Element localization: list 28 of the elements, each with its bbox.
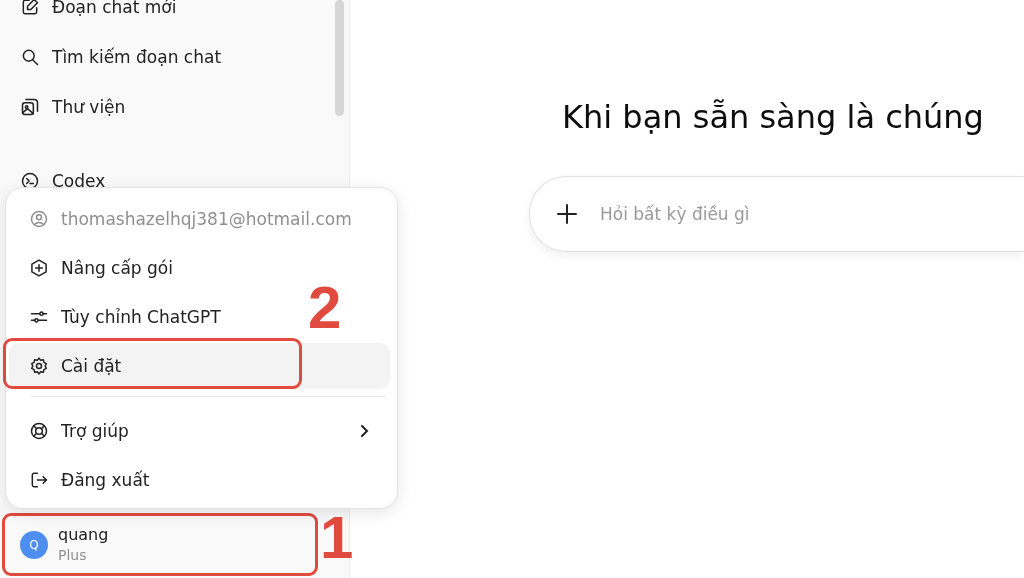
compose-icon bbox=[20, 0, 40, 17]
annotation-number: 2 bbox=[308, 278, 342, 338]
gallery-icon bbox=[20, 97, 40, 117]
menu-item[interactable]: Nâng cấp gói bbox=[9, 245, 193, 291]
user-icon bbox=[29, 209, 49, 229]
menu-item[interactable]: Đăng xuất bbox=[9, 457, 170, 503]
sidebar-item[interactable]: Codex bbox=[0, 171, 349, 191]
message-input-field[interactable]: Hỏi bất kỳ điều gì bbox=[598, 203, 1024, 225]
user-avatar: Q bbox=[20, 530, 48, 559]
search-icon bbox=[20, 47, 40, 67]
user-name: quang bbox=[58, 523, 109, 545]
logout-icon bbox=[29, 470, 49, 490]
sidebar-item[interactable]: Thư viện bbox=[0, 97, 349, 117]
account-email: thomashazelhqj381@hotmail.com bbox=[9, 196, 372, 242]
plan-label: Plus bbox=[58, 545, 88, 565]
scrollbar-thumb[interactable] bbox=[335, 0, 344, 116]
sidebar-item[interactable]: Tìm kiếm đoạn chat bbox=[0, 47, 349, 67]
plus-icon[interactable] bbox=[556, 203, 578, 225]
hexagon-plus-icon bbox=[29, 258, 49, 278]
sidebar-item[interactable]: Đoạn chat mới bbox=[0, 0, 349, 17]
menu-item[interactable]: Cài đặt bbox=[9, 343, 390, 389]
menu-item[interactable]: Tùy chỉnh ChatGPT bbox=[9, 294, 241, 340]
annotation-number: 1 bbox=[320, 508, 354, 568]
page-heading: Khi bạn sẵn sàng là chúng bbox=[562, 98, 985, 136]
menu-item[interactable]: Trợ giúp bbox=[9, 408, 390, 454]
user-profile-button[interactable]: Q quang Plus bbox=[2, 513, 318, 576]
lifebuoy-icon bbox=[29, 421, 49, 441]
settings-icon bbox=[29, 356, 49, 376]
